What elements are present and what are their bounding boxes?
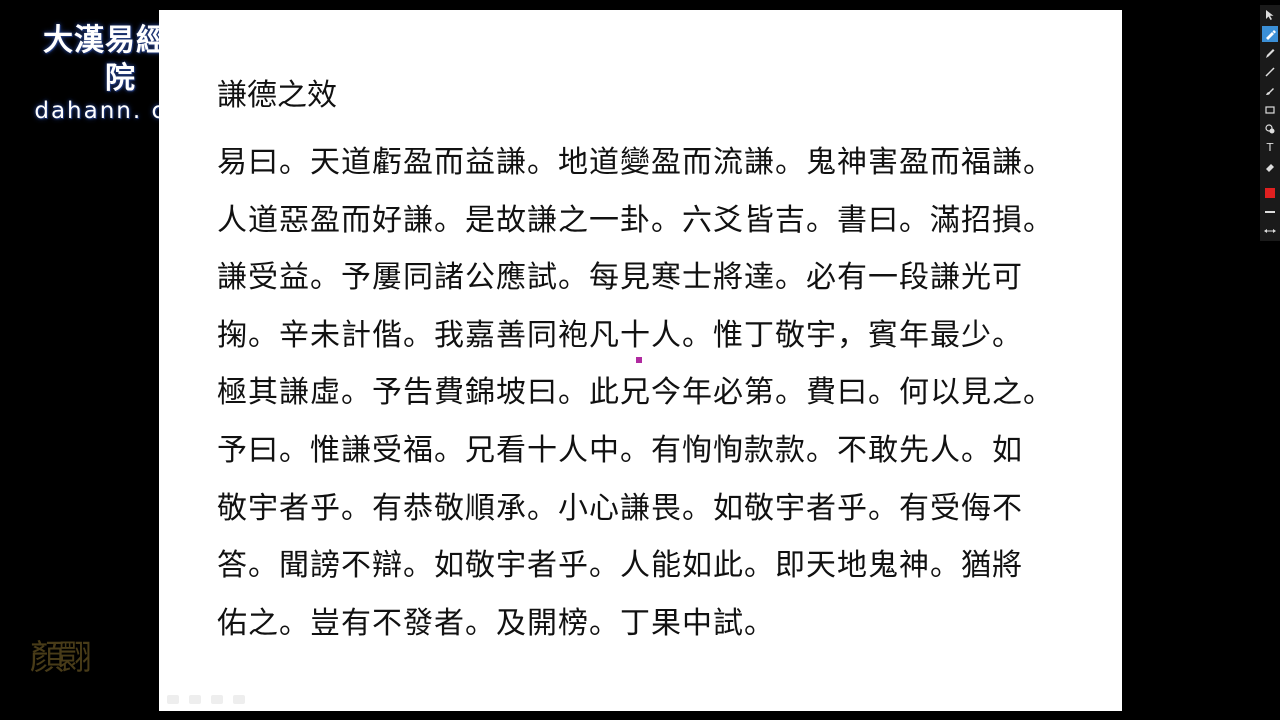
- video-frame: 大漢易經書院 dahann. com 謙德之效 易曰。天道虧盈而益謙。地道變盈而…: [0, 0, 1280, 720]
- text-line: 謙受益。予屢同諸公應試。每見寒士將達。必有一段謙光可: [217, 260, 1023, 296]
- watermark-logo: 顏翾: [30, 638, 92, 678]
- text-line: 人道惡盈而好謙。是故謙之一卦。六爻皆吉。書曰。滿招損。: [217, 202, 1054, 238]
- laser-pointer-dot: [636, 357, 642, 363]
- expand-icon[interactable]: [1262, 223, 1278, 239]
- pen-icon[interactable]: [1262, 45, 1278, 61]
- line-width-icon[interactable]: [1262, 204, 1278, 220]
- color-swatch[interactable]: [1265, 188, 1275, 198]
- brush-icon[interactable]: [1262, 83, 1278, 99]
- slide-title: 謙德之效: [217, 78, 337, 113]
- text-tool-icon[interactable]: T: [1262, 140, 1278, 156]
- next-slide-icon[interactable]: [233, 695, 245, 704]
- text-line: 敬宇者乎。有恭敬順承。小心謙畏。如敬宇者乎。有受侮不: [217, 490, 1023, 526]
- text-line: 佑之。豈有不發者。及開榜。丁果中試。: [217, 605, 775, 641]
- rectangle-icon[interactable]: [1262, 102, 1278, 118]
- stamp-icon[interactable]: [1262, 121, 1278, 137]
- presentation-slide: 謙德之效 易曰。天道虧盈而益謙。地道變盈而流謙。鬼神害盈而福謙。 人道惡盈而好謙…: [159, 10, 1122, 711]
- prev-slide-icon[interactable]: [167, 695, 179, 704]
- highlighter-icon[interactable]: [1262, 26, 1278, 42]
- text-line: 答。聞謗不辯。如敬宇者乎。人能如此。即天地鬼神。猶將: [217, 548, 1023, 584]
- text-line: 掬。辛未計偕。我嘉善同袍凡十人。惟丁敬宇，賓年最少。: [217, 317, 1023, 353]
- pointer-icon[interactable]: [1262, 7, 1278, 23]
- eraser-icon[interactable]: [1262, 159, 1278, 175]
- text-line: 易曰。天道虧盈而益謙。地道變盈而流謙。鬼神害盈而福謙。: [217, 145, 1054, 180]
- text-line: 予曰。惟謙受福。兄看十人中。有恂恂款款。不敢先人。如: [217, 432, 1023, 468]
- line-icon[interactable]: [1262, 64, 1278, 80]
- slide-body-text: 易曰。天道虧盈而益謙。地道變盈而流謙。鬼神害盈而福謙。 人道惡盈而好謙。是故謙之…: [217, 134, 1097, 652]
- slide-nav-controls: [167, 695, 245, 704]
- slide-menu-icon[interactable]: [211, 695, 223, 704]
- annotation-toolbar: T: [1260, 5, 1280, 241]
- pen-menu-icon[interactable]: [189, 695, 201, 704]
- text-line: 極其謙虛。予告費錦坡曰。此兄今年必第。費曰。何以見之。: [217, 375, 1054, 411]
